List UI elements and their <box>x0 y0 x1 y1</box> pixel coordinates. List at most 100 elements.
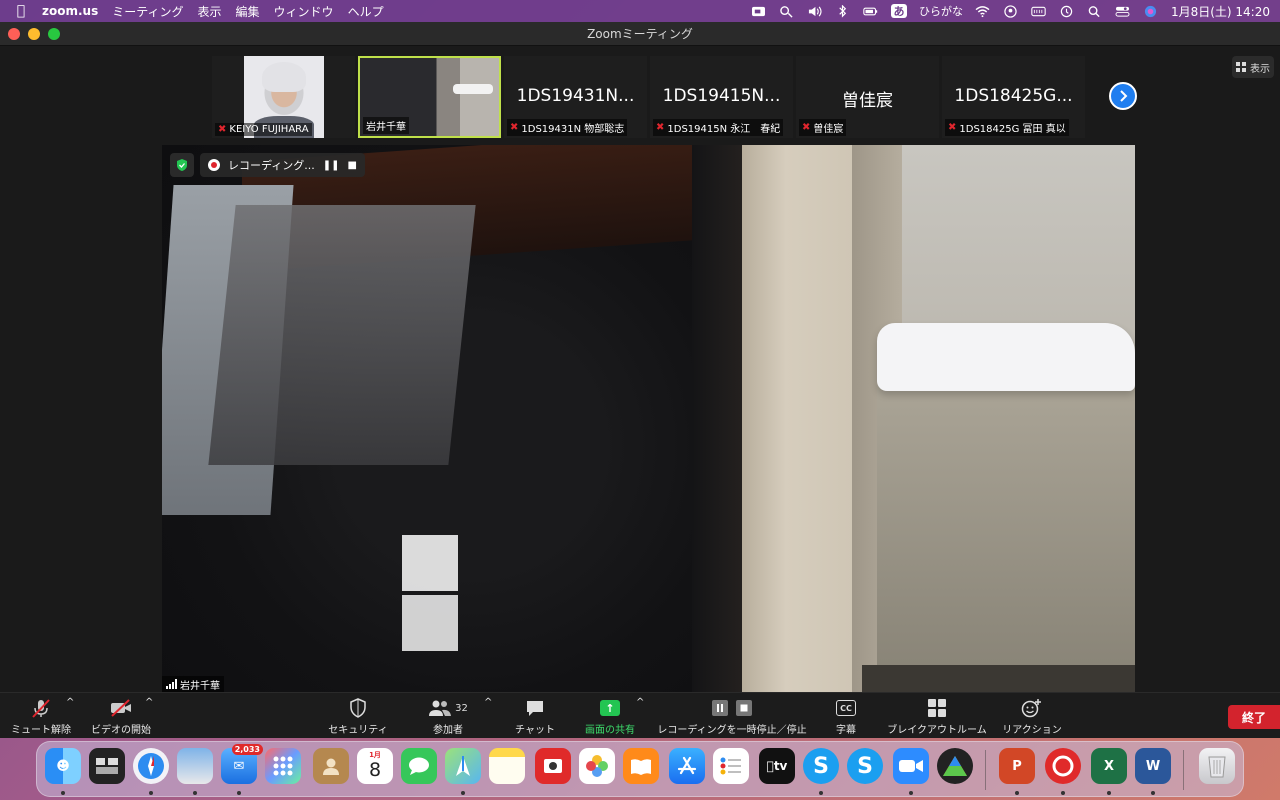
signal-bars-icon <box>166 679 177 689</box>
pause-recording-icon[interactable]: ❚❚ <box>323 160 340 171</box>
main-video[interactable]: レコーディング... ❚❚ ■ 岩井千華 <box>162 145 1135 692</box>
zoom-window: Zoomミーティング 表示 ✖ KEIYO FUJIHARA 岩井千華 1DS19… <box>0 22 1280 738</box>
start-video-button[interactable]: ビデオの開始 <box>90 697 152 737</box>
speaker-name-tag: 岩井千華 <box>162 676 224 692</box>
chat-button[interactable]: チャット <box>512 697 558 737</box>
reactions-button[interactable]: リアクション <box>1002 697 1062 737</box>
recording-control-button[interactable]: レコーディングを一時停止／停止 <box>656 697 808 737</box>
participants-count: 32 <box>455 702 468 714</box>
menubar-datetime[interactable]: 1月8日(土) 14:20 <box>1171 3 1270 20</box>
captions-button[interactable]: CC 字幕 <box>828 697 864 737</box>
keyboard-icon[interactable] <box>1031 4 1047 18</box>
audio-options-caret[interactable]: ^ <box>66 697 74 737</box>
word-icon[interactable]: W <box>1135 748 1171 784</box>
bluetooth-icon[interactable] <box>835 4 851 18</box>
input-method-label[interactable]: ひらがな <box>919 3 963 19</box>
mission-control-icon[interactable] <box>89 748 125 784</box>
maps-icon[interactable] <box>445 748 481 784</box>
close-window-button[interactable] <box>8 28 20 40</box>
view-button[interactable]: 表示 <box>1232 56 1274 78</box>
menu-meeting[interactable]: ミーティング <box>112 3 183 20</box>
apple-tv-icon[interactable]: tv <box>759 748 795 784</box>
participant-display-name: 1DS18425G... <box>954 86 1073 106</box>
participant-tile[interactable]: 1DS19415N... ✖ 1DS19415N 永江 春紀 <box>650 56 793 138</box>
end-meeting-button[interactable]: 終了 <box>1228 705 1280 729</box>
participant-tile-active[interactable]: 岩井千華 <box>358 56 501 138</box>
books-icon[interactable] <box>623 748 659 784</box>
menu-view[interactable]: 表示 <box>198 3 222 20</box>
participant-name-tag: 岩井千華 <box>363 117 409 134</box>
control-center-icon[interactable] <box>1115 4 1131 18</box>
chevron-right-icon <box>1120 90 1128 102</box>
mic-muted-icon: ✖ <box>656 122 665 133</box>
zoom-icon[interactable] <box>893 748 929 784</box>
mail-icon[interactable]: ✉ 2,033 <box>221 744 263 784</box>
apple-icon[interactable]:  <box>10 3 32 19</box>
unmute-button[interactable]: ミュート解除 <box>10 697 72 737</box>
launchpad-icon[interactable] <box>265 748 301 784</box>
security-button[interactable]: セキュリティ <box>328 697 388 737</box>
participant-name-tag: ✖ KEIYO FUJIHARA <box>215 123 312 136</box>
spotlight-icon[interactable] <box>1087 4 1103 18</box>
trash-icon[interactable] <box>1199 748 1235 784</box>
time-machine-icon[interactable] <box>1059 4 1075 18</box>
pause-icon <box>712 700 728 716</box>
messages-icon[interactable] <box>401 748 437 784</box>
smiley-plus-icon <box>1021 697 1043 719</box>
share-options-caret[interactable]: ^ <box>636 697 644 737</box>
stop-recording-icon[interactable]: ■ <box>348 160 357 171</box>
notes-icon[interactable] <box>489 748 525 784</box>
input-method-icon[interactable]: あ <box>890 4 907 18</box>
participant-display-name: 曽佳宸 <box>842 91 893 111</box>
menu-window[interactable]: ウィンドウ <box>274 3 334 20</box>
siri-icon[interactable] <box>1143 4 1159 18</box>
minimize-window-button[interactable] <box>28 28 40 40</box>
reminders-icon[interactable] <box>713 748 749 784</box>
calendar-icon[interactable]: 1月 8 <box>357 748 393 784</box>
mic-muted-icon <box>30 697 52 719</box>
zoom-status-icon[interactable] <box>751 4 767 18</box>
menu-help[interactable]: ヘルプ <box>348 3 384 20</box>
share-screen-button[interactable]: ↑ 画面の共有 <box>584 697 636 737</box>
window-title: Zoomミーティング <box>587 27 693 41</box>
participants-options-caret[interactable]: ^ <box>484 697 492 737</box>
participant-tile[interactable]: 1DS18425G... ✖ 1DS18425G 冨田 真以 <box>942 56 1085 138</box>
next-page-button[interactable] <box>1109 82 1137 110</box>
dock: ☻ ✉2,033 1月 8 tv S S P X W <box>36 741 1244 797</box>
participant-name-tag: ✖ 1DS19415N 永江 春紀 <box>653 119 784 136</box>
powerpoint-icon[interactable]: P <box>999 748 1035 784</box>
trend-micro-icon[interactable] <box>1045 748 1081 784</box>
menu-app-name[interactable]: zoom.us <box>42 4 98 18</box>
skype-icon[interactable]: S <box>803 748 839 784</box>
mic-muted-icon: ✖ <box>218 124 227 135</box>
finder-icon[interactable]: ☻ <box>45 748 81 784</box>
contacts-icon[interactable] <box>313 748 349 784</box>
user-icon[interactable] <box>1003 4 1019 18</box>
skype-for-business-icon[interactable]: S <box>847 748 883 784</box>
video-options-caret[interactable]: ^ <box>145 697 153 737</box>
app-store-icon[interactable] <box>669 748 705 784</box>
breakout-rooms-button[interactable]: ブレイクアウトルーム <box>886 697 988 737</box>
menu-edit[interactable]: 編集 <box>236 3 260 20</box>
maximize-window-button[interactable] <box>48 28 60 40</box>
drive-icon[interactable] <box>937 748 973 784</box>
photos-icon[interactable] <box>579 748 615 784</box>
participants-button[interactable]: 32 参加者 <box>428 697 468 737</box>
excel-icon[interactable]: X <box>1091 748 1127 784</box>
participant-name-tag: ✖ 1DS18425G 冨田 真以 <box>945 119 1069 136</box>
record-dot-icon <box>208 159 220 171</box>
encryption-shield-icon[interactable] <box>170 153 194 177</box>
screen-mirror-icon[interactable] <box>779 4 795 18</box>
participant-tile[interactable]: 曽佳宸 ✖ 曽佳宸 <box>796 56 939 138</box>
wifi-icon[interactable] <box>975 4 991 18</box>
safari-icon[interactable] <box>133 748 169 784</box>
stop-icon <box>736 700 752 716</box>
battery-icon[interactable] <box>863 4 879 18</box>
volume-icon[interactable] <box>807 4 823 18</box>
participant-tile[interactable]: 1DS19431N... ✖ 1DS19431N 物部聡志 <box>504 56 647 138</box>
participant-tile[interactable]: ✖ KEIYO FUJIHARA <box>212 56 355 138</box>
shield-icon <box>349 697 367 719</box>
photo-booth-icon[interactable] <box>535 748 571 784</box>
grid-icon <box>1236 62 1246 72</box>
preview-icon[interactable] <box>177 748 213 784</box>
